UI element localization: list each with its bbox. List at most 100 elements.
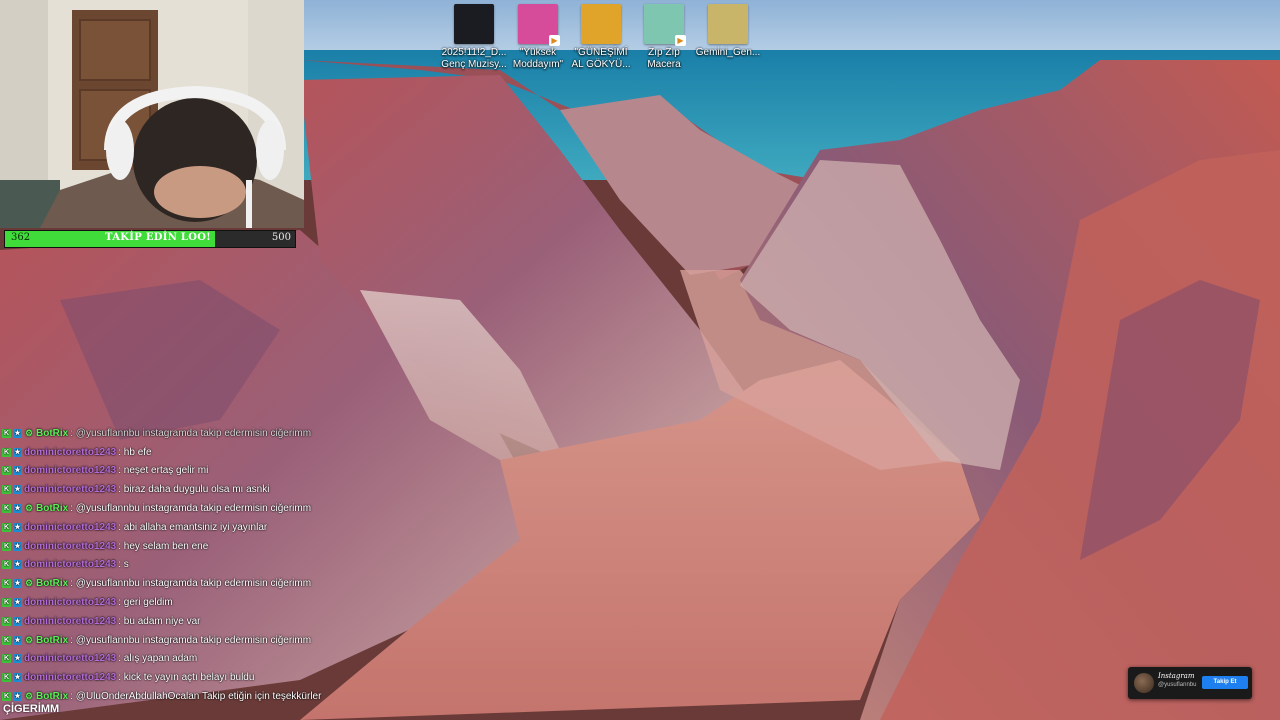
bot-badge-icon: ⚙ — [24, 503, 34, 514]
platform-badge-icon: ★ — [13, 504, 22, 514]
platform-badge-icon: ★ — [13, 692, 22, 702]
play-icon: ▶ — [675, 35, 686, 46]
kick-badge-icon: K — [2, 673, 11, 683]
chat-message: K ★ ⚙ BotRix: @yusuflannbu instagramda taki… — [2, 631, 402, 650]
webcam-overlay — [0, 0, 304, 228]
chat-username[interactable]: dominictoretto1243 — [24, 672, 116, 683]
chat-message-text: : bu adam niye var — [118, 615, 201, 627]
chat-message-text: : abi allaha emantsiniz iyi yayınlar — [118, 521, 268, 533]
chat-username[interactable]: BotRix — [36, 428, 68, 439]
kick-badge-icon: K — [2, 579, 11, 589]
chat-message-text: : kick te yayın açtı belayı buldu — [118, 672, 255, 684]
chat-message-text: : neşet ertaş gelir mi — [118, 465, 209, 477]
kick-badge-icon: K — [2, 654, 11, 664]
chat-username[interactable]: BotRix — [36, 691, 68, 702]
kick-badge-icon: K — [2, 447, 11, 457]
instagram-follow-button[interactable]: Takip Et — [1202, 676, 1248, 689]
bot-badge-icon: ⚙ — [24, 578, 34, 589]
platform-badge-icon: ★ — [13, 447, 22, 457]
chat-message-text: : @yusuflannbu instagramda takip edermis… — [70, 503, 312, 515]
kick-badge-icon: K — [2, 541, 11, 551]
chat-message: K ★ dominictoretto1243: kick te yayın açtı… — [2, 668, 402, 687]
instagram-follow-card: Instagram @yusuflannbu Takip Et — [1128, 667, 1252, 699]
desktop-icon-label: 2025!11!2_D... Genç Muzisy... — [441, 47, 507, 70]
chat-message: K ★ dominictoretto1243: hb efe — [2, 443, 402, 462]
chat-username[interactable]: BotRix — [36, 578, 68, 589]
desktop-icon-label: Gemini_Gen... — [695, 47, 761, 58]
desktop-icon-label: "GÜNEŞİMİ AL GÖKYÜ... — [571, 47, 631, 70]
follow-goal-target: 500 — [271, 232, 291, 243]
chat-message-text: : @UluOnderAbdullahOcalan Takip etiğin i… — [70, 691, 322, 703]
chat-username[interactable]: BotRix — [36, 635, 68, 646]
chat-username[interactable]: dominictoretto1243 — [24, 522, 116, 533]
avatar — [1134, 673, 1154, 693]
webcam-feed — [0, 0, 304, 228]
chat-message-text: : hb efe — [118, 446, 152, 458]
chat-message: K ★ dominictoretto1243: biraz daha duygulu… — [2, 480, 402, 499]
chat-username[interactable]: dominictoretto1243 — [24, 465, 116, 476]
file-thumbnail-icon — [708, 4, 748, 44]
desktop-icon-2[interactable]: ▶ "Yüksek Moddayım" — [504, 4, 572, 71]
kick-badge-icon: K — [2, 504, 11, 514]
desktop-icon-5[interactable]: Gemini_Gen... — [694, 4, 762, 59]
chat-message: K ★ ⚙ BotRix: @yusuflannbu instagramda taki… — [2, 424, 402, 443]
chat-username[interactable]: dominictoretto1243 — [24, 616, 116, 627]
chat-message: K ★ ⚙ BotRix: @UluOnderAbdullahOcalan Takip… — [2, 687, 402, 706]
file-thumbnail-icon — [454, 4, 494, 44]
bot-badge-icon: ⚙ — [24, 691, 34, 702]
platform-badge-icon: ★ — [13, 560, 22, 570]
chat-message: K ★ dominictoretto1243: geri geldim — [2, 593, 402, 612]
platform-badge-icon: ★ — [13, 673, 22, 683]
kick-badge-icon: K — [2, 485, 11, 495]
desktop-icon-1[interactable]: 2025!11!2_D... Genç Muzisy... — [440, 4, 508, 71]
play-icon: ▶ — [549, 35, 560, 46]
platform-badge-icon: ★ — [13, 522, 22, 532]
chat-message-text: : geri geldim — [118, 597, 173, 609]
chat-message: K ★ dominictoretto1243: hey selam ben ene — [2, 537, 402, 556]
chat-username[interactable]: dominictoretto1243 — [24, 653, 116, 664]
kick-badge-icon: K — [2, 635, 11, 645]
chat-message: K ★ dominictoretto1243: bu adam niye var — [2, 612, 402, 631]
kick-badge-icon: K — [2, 560, 11, 570]
platform-badge-icon: ★ — [13, 541, 22, 551]
bot-badge-icon: ⚙ — [24, 427, 34, 438]
video-thumbnail-icon: ▶ — [518, 4, 560, 46]
follow-goal-label: TAKİP EDİN LOO! — [105, 232, 211, 243]
follow-goal-current: 362 — [11, 232, 31, 243]
platform-badge-icon: ★ — [13, 466, 22, 476]
chat-message-text: : s — [118, 559, 129, 571]
chat-message: K ★ ⚙ BotRix: @yusuflannbu instagramda taki… — [2, 574, 402, 593]
instagram-title: Instagram — [1158, 672, 1195, 680]
platform-badge-icon: ★ — [13, 485, 22, 495]
chat-username[interactable]: dominictoretto1243 — [24, 447, 116, 458]
kick-badge-icon: K — [2, 616, 11, 626]
chat-message: K ★ dominictoretto1243: abi allaha emantsi… — [2, 518, 402, 537]
chat-message-text: : biraz daha duygulu olsa mı asnki — [118, 484, 270, 496]
chat-message-text: : alış yapan adam — [118, 653, 198, 665]
chat-username[interactable]: BotRix — [36, 503, 68, 514]
chat-message: K ★ dominictoretto1243: neşet ertaş gelir … — [2, 462, 402, 481]
chat-username[interactable]: dominictoretto1243 — [24, 484, 116, 495]
chat-username[interactable]: dominictoretto1243 — [24, 597, 116, 608]
chat-message-text: : @yusuflannbu instagramda takip edermis… — [70, 634, 312, 646]
kick-badge-icon: K — [2, 466, 11, 476]
kick-badge-icon: K — [2, 428, 11, 438]
chat-message-text: : @yusuflannbu instagramda takip edermis… — [70, 427, 312, 439]
chat-username[interactable]: dominictoretto1243 — [24, 541, 116, 552]
chat-message: K ★ dominictoretto1243: alış yapan adam — [2, 650, 402, 669]
file-thumbnail-icon — [581, 4, 621, 44]
platform-badge-icon: ★ — [13, 616, 22, 626]
platform-badge-icon: ★ — [13, 654, 22, 664]
chat-username[interactable]: dominictoretto1243 — [24, 559, 116, 570]
desktop-icon-4[interactable]: ▶ Zıp Zıp Macera — [630, 4, 698, 71]
video-thumbnail-icon: ▶ — [644, 4, 686, 46]
platform-badge-icon: ★ — [13, 598, 22, 608]
desktop-icon-3[interactable]: "GÜNEŞİMİ AL GÖKYÜ... — [567, 4, 635, 71]
chat-message-text: : hey selam ben ene — [118, 540, 209, 552]
desktop-icon-label: "Yüksek Moddayım" — [512, 47, 564, 70]
bot-badge-icon: ⚙ — [24, 634, 34, 645]
chat-message: K ★ ⚙ BotRix: @yusuflannbu instagramda taki… — [2, 499, 402, 518]
platform-badge-icon: ★ — [13, 428, 22, 438]
instagram-handle: @yusuflannbu — [1158, 682, 1197, 688]
chat-message: K ★ dominictoretto1243: s — [2, 556, 402, 575]
